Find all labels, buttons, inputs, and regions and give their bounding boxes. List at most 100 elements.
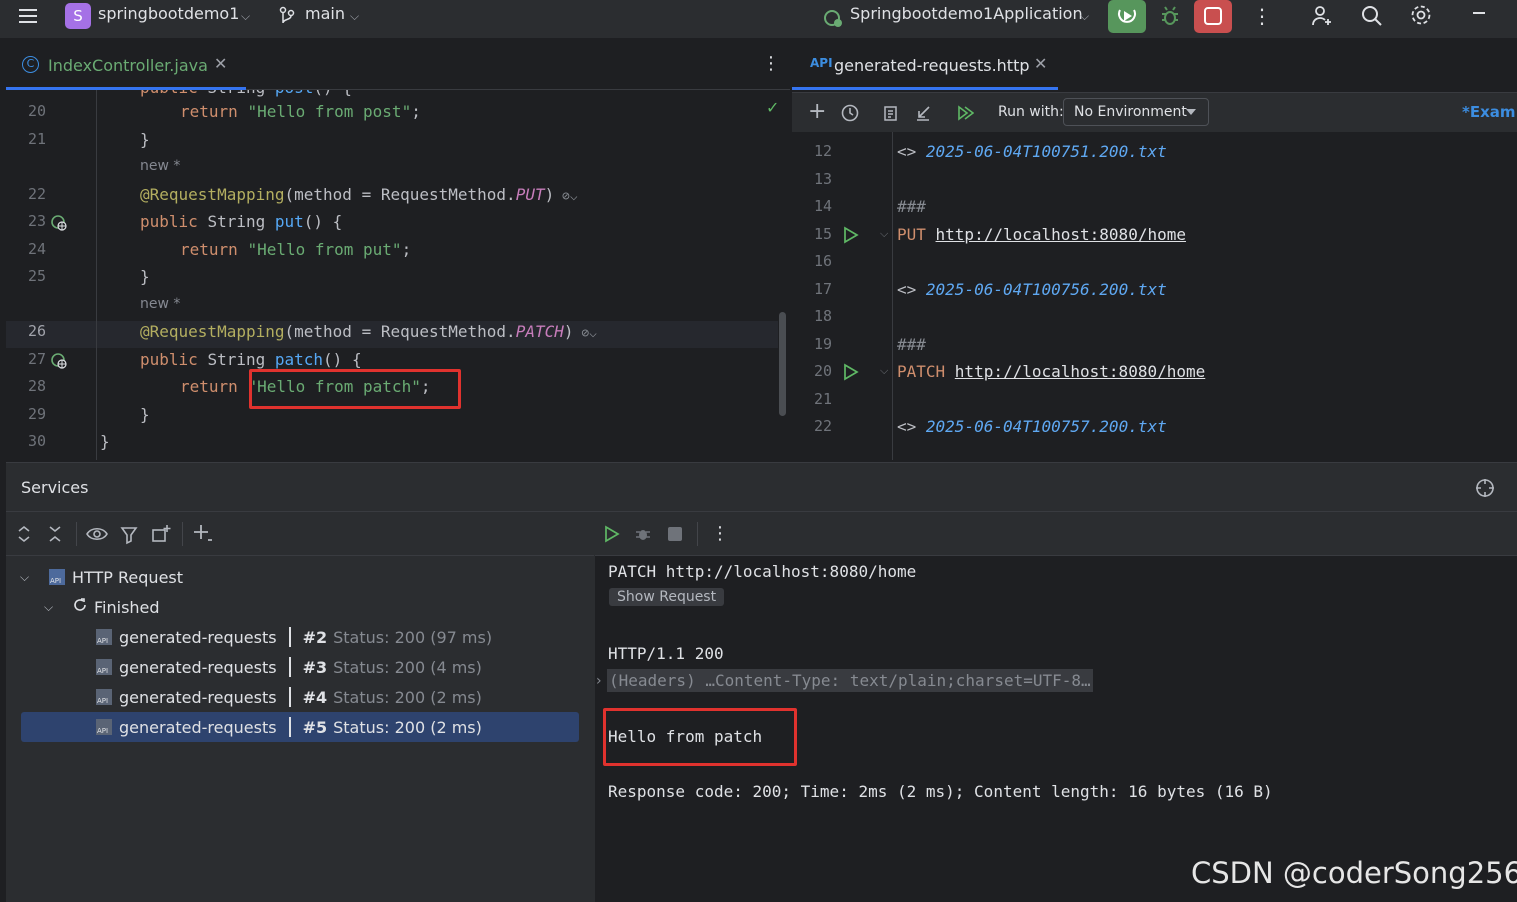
close-tab-icon[interactable]: ✕ (214, 54, 227, 73)
debug-icon[interactable] (634, 525, 652, 547)
code-line: return "Hello from put"; (180, 240, 411, 259)
url-mapping-icon[interactable]: ⊘⌵ (554, 189, 578, 204)
refresh-icon (72, 597, 88, 617)
code-token: PATCH (515, 322, 564, 341)
http-line: <> 2025-06-04T100757.200.txt (897, 417, 1167, 436)
code-line: } (100, 432, 110, 451)
new-group-icon[interactable] (151, 524, 171, 548)
debug-icon[interactable] (1158, 4, 1182, 32)
add-service-icon[interactable] (192, 522, 214, 548)
response-file-link[interactable]: 2025-06-04T100751.200.txt (926, 142, 1167, 161)
minimize-icon[interactable] (1473, 12, 1485, 14)
tree-node-http-request[interactable]: ⌵ API HTTP Request (20, 562, 183, 592)
chevron-right-icon[interactable]: › (596, 673, 602, 689)
collapse-all-icon[interactable] (47, 525, 63, 547)
eye-icon[interactable] (86, 525, 108, 547)
filter-icon[interactable] (120, 525, 140, 549)
rerun-button[interactable] (1108, 0, 1146, 33)
more-actions-icon[interactable]: ⋮ (711, 523, 729, 544)
more-actions-icon[interactable]: ⋮ (1252, 4, 1272, 28)
run-config-name[interactable]: Springbootdemo1Application (850, 4, 1083, 23)
tree-node-request[interactable]: API generated-requests #4 Status: 200 (2 ms… (21, 682, 482, 712)
code-token: @RequestMapping (140, 322, 285, 341)
spring-run-config-icon (822, 6, 844, 32)
run-all-icon[interactable] (956, 104, 975, 126)
code-token: } (140, 267, 150, 286)
tree-node-request[interactable]: API generated-requests #3 Status: 200 (4 ms… (21, 652, 482, 682)
tab-label: IndexController.java (48, 56, 208, 75)
tree-node-request[interactable]: API generated-requests #5 Status: 200 (2 ms… (21, 712, 579, 742)
code-token: return (180, 102, 248, 121)
tree-node-finished[interactable]: ⌵ Finished (44, 592, 160, 622)
request-status: Status: 200 (97 ms) (333, 627, 493, 647)
fold-icon[interactable]: ⌵ (880, 227, 888, 241)
search-icon[interactable] (1360, 4, 1384, 32)
separator (288, 657, 291, 677)
show-request-button[interactable]: Show Request (609, 588, 725, 606)
tab-index-controller[interactable]: C IndexController.java ✕ (6, 40, 246, 90)
environment-select[interactable]: No Environment (1063, 98, 1209, 126)
crosshair-icon[interactable] (1475, 478, 1495, 502)
author-hint[interactable]: new * (140, 296, 180, 312)
request-url-link[interactable]: http://localhost:8080/home (955, 362, 1205, 381)
run-request-icon[interactable] (842, 363, 860, 385)
stop-button[interactable] (1194, 0, 1232, 33)
request-name: generated-requests (119, 687, 277, 707)
clipped-line: public String post() { (6, 90, 790, 98)
project-name[interactable]: springbootdemo1 (98, 4, 239, 23)
http-token: <> (897, 142, 926, 161)
gear-icon[interactable] (1409, 3, 1433, 31)
convert-icon[interactable] (882, 104, 900, 126)
chevron-down-icon: ⌵ (1080, 9, 1090, 23)
fold-icon[interactable]: ⌵ (880, 364, 888, 378)
add-request-icon[interactable]: + (808, 101, 826, 123)
code-token: ; (401, 239, 412, 259)
close-tab-icon[interactable]: ✕ (1034, 54, 1047, 73)
run-icon[interactable] (603, 525, 621, 547)
examples-link[interactable]: *Exam (1462, 103, 1516, 121)
code-token: "Hello from put" (247, 239, 402, 259)
code-token: (method = RequestMethod. (284, 184, 516, 204)
vertical-scrollbar[interactable] (779, 312, 786, 416)
stop-icon[interactable] (668, 527, 682, 541)
tab-generated-requests[interactable]: API generated-requests.http ✕ (792, 40, 1058, 90)
author-hint[interactable]: new * (140, 158, 180, 174)
svg-text:API: API (97, 637, 108, 645)
url-mapping-icon[interactable]: ⊘⌵ (574, 326, 597, 341)
request-number: #5 (302, 717, 328, 737)
inspections-ok-icon[interactable]: ✓ (766, 98, 779, 117)
code-token: @RequestMapping (140, 184, 285, 204)
import-icon[interactable] (914, 104, 932, 126)
spring-endpoint-icon[interactable] (50, 214, 68, 236)
tree-node-request[interactable]: API generated-requests #2 Status: 200 (97 m… (21, 622, 492, 652)
spring-endpoint-icon[interactable] (50, 352, 68, 374)
request-url-link[interactable]: http://localhost:8080/home (936, 225, 1186, 244)
http-line: ### (897, 335, 926, 354)
request-name: generated-requests (119, 627, 277, 647)
svg-text:API: API (97, 697, 108, 705)
line-number: 17 (813, 279, 832, 298)
code-token: } (140, 404, 150, 424)
services-tree-pane: ⌵ API HTTP Request ⌵ Finished API generat… (6, 512, 594, 902)
http-line: <> 2025-06-04T100751.200.txt (897, 142, 1167, 161)
line-number: 21 (813, 389, 832, 408)
http-token: ### (897, 334, 926, 354)
response-file-link[interactable]: 2025-06-04T100757.200.txt (926, 417, 1167, 436)
http-tab-bar: API generated-requests.http ✕ (792, 40, 1517, 90)
tab-label: generated-requests.http (834, 56, 1030, 75)
branch-name[interactable]: main (305, 4, 345, 23)
request-number: #4 (302, 687, 328, 707)
code-token: ; (411, 102, 421, 121)
code-token: () { (303, 212, 343, 231)
response-file-link[interactable]: 2025-06-04T100756.200.txt (926, 280, 1167, 299)
tab-options-icon[interactable]: ⋮ (762, 53, 780, 74)
title-bar: S springbootdemo1 ⌵ main ⌵ Springbootdem… (0, 0, 1517, 38)
expand-all-icon[interactable] (16, 525, 32, 547)
history-icon[interactable] (841, 104, 859, 126)
services-title: Services (21, 478, 89, 497)
response-headers-folded[interactable]: (Headers) …Content-Type: text/plain;char… (607, 669, 1093, 692)
main-menu-icon[interactable] (17, 6, 39, 28)
add-user-icon[interactable] (1310, 4, 1334, 32)
project-badge[interactable]: S (65, 3, 91, 29)
run-request-icon[interactable] (842, 226, 860, 248)
